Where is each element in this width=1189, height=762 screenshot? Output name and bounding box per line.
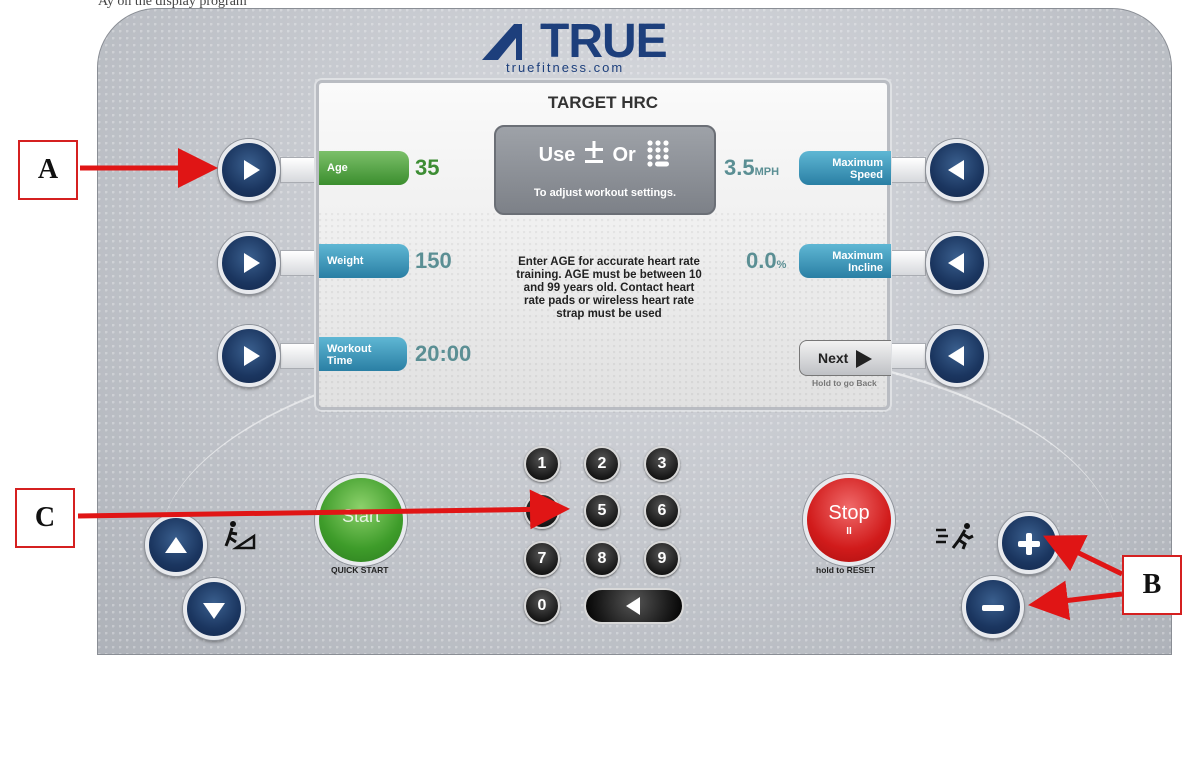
max-speed-select-button[interactable] (926, 139, 988, 201)
hint-subtext: To adjust workout settings. (533, 187, 677, 199)
max-speed-value: 3.5MPH (724, 155, 779, 181)
backspace-icon (626, 597, 640, 615)
next-arrow-icon (856, 350, 872, 368)
max-incline-label: Maximum Incline (799, 244, 891, 278)
keypad-key-3[interactable]: 3 (644, 446, 680, 482)
keypad-key-1[interactable]: 1 (524, 446, 560, 482)
keypad-backspace-button[interactable] (584, 588, 684, 624)
stop-button[interactable]: Stop II (803, 474, 895, 566)
age-label: Age (319, 151, 409, 185)
age-select-button[interactable] (218, 139, 280, 201)
keypad-key-8[interactable]: 8 (584, 541, 620, 577)
next-button[interactable]: Next (799, 340, 891, 376)
display-screen: TARGET HRC Use Or To adjust workout sett… (316, 80, 891, 413)
connector (280, 343, 320, 369)
incline-icon (224, 521, 256, 550)
connector (886, 250, 926, 276)
annotation-label-b: B (1122, 555, 1182, 615)
speed-icon (936, 523, 974, 550)
weight-select-button[interactable] (218, 232, 280, 294)
right-arrow-icon (244, 253, 260, 273)
keypad-key-4[interactable]: 4 (524, 493, 560, 529)
max-speed-unit: MPH (754, 166, 780, 178)
max-incline-select-button[interactable] (926, 232, 988, 294)
connector (886, 157, 926, 183)
adjust-hint-box: Use Or To adjust workout settings. (494, 125, 716, 215)
next-hint: Hold to go Back (812, 378, 877, 388)
keypad-key-2[interactable]: 2 (584, 446, 620, 482)
max-incline-number: 0.0 (746, 248, 777, 273)
keypad-key-7[interactable]: 7 (524, 541, 560, 577)
start-label: Start (341, 506, 380, 526)
logo-mark-icon (482, 24, 522, 60)
workout-time-value: 20:00 (415, 341, 472, 366)
next-select-button[interactable] (926, 325, 988, 387)
hint-line: Use Or (496, 139, 714, 169)
right-arrow-icon (244, 160, 260, 180)
annotation-label-c: C (15, 488, 75, 548)
speed-down-button[interactable] (962, 576, 1024, 638)
keypad-key-6[interactable]: 6 (644, 493, 680, 529)
age-value: 35 (415, 155, 440, 180)
weight-label: Weight (319, 244, 409, 278)
workout-time-select-button[interactable] (218, 325, 280, 387)
left-arrow-icon (948, 253, 964, 273)
keypad-key-9[interactable]: 9 (644, 541, 680, 577)
left-arrow-icon (948, 160, 964, 180)
stop-label: Stop (828, 502, 870, 524)
incline-up-button[interactable] (145, 514, 207, 576)
annotation-label-a: A (18, 140, 78, 200)
connector (280, 157, 320, 183)
speed-up-button[interactable] (998, 512, 1060, 574)
instruction-message: Enter AGE for accurate heart rate traini… (516, 256, 702, 320)
up-arrow-icon (165, 537, 187, 553)
brand-url: truefitness.com (506, 60, 625, 75)
hold-to-reset-caption: hold to RESET (816, 565, 876, 575)
down-arrow-icon (203, 603, 225, 619)
connector (886, 343, 926, 369)
incline-down-button[interactable] (183, 578, 245, 640)
max-incline-unit: % (776, 259, 787, 271)
start-button[interactable]: Start (315, 474, 407, 566)
max-speed-label: Maximum Speed (799, 151, 891, 185)
weight-value: 150 (415, 248, 452, 273)
minus-icon (982, 605, 1004, 611)
max-incline-value: 0.0% (746, 248, 786, 274)
keypad-key-5[interactable]: 5 (584, 493, 620, 529)
hint-or-text: Or (612, 144, 636, 166)
plus-minus-icon (584, 141, 603, 163)
quick-start-caption: QUICK START (331, 565, 389, 575)
max-speed-number: 3.5 (724, 155, 755, 180)
connector (280, 250, 320, 276)
true-logo: TRUE truefitness.com (480, 15, 730, 78)
keypad-icon (647, 140, 670, 167)
pause-icon: II (846, 526, 852, 537)
left-arrow-icon (948, 346, 964, 366)
next-label: Next (818, 350, 849, 366)
workout-time-label: Workout Time (319, 337, 407, 371)
plus-icon-bar (1026, 533, 1032, 555)
hint-use-text: Use (538, 144, 576, 166)
screen-title: TARGET HRC (547, 93, 659, 112)
keypad-key-0[interactable]: 0 (524, 588, 560, 624)
right-arrow-icon (244, 346, 260, 366)
